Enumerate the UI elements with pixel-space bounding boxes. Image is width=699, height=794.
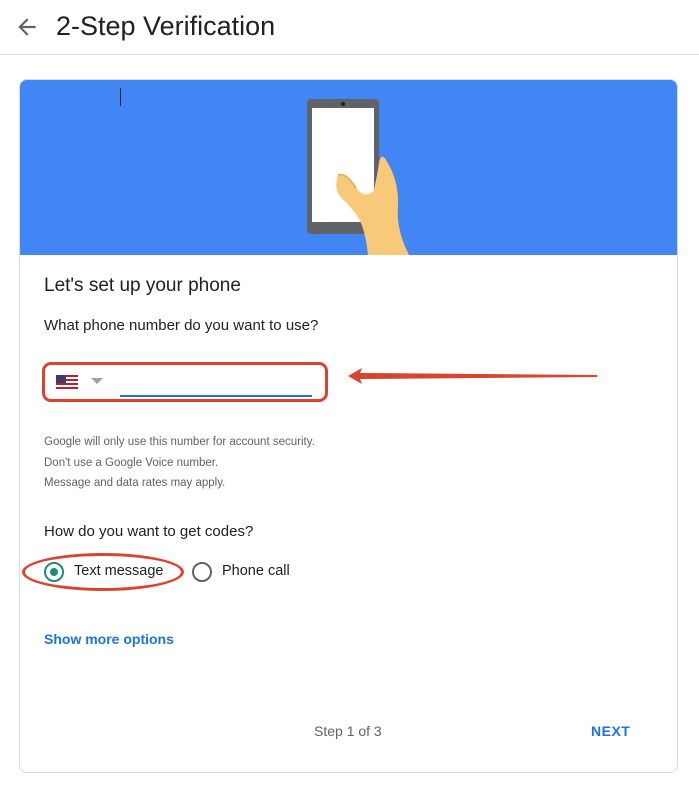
setup-heading: Let's set up your phone — [44, 275, 241, 296]
help-line: Message and data rates may apply. — [44, 477, 226, 489]
text-cursor — [120, 88, 121, 106]
phone-number-input[interactable] — [120, 371, 312, 397]
radio-text-message[interactable]: Text message — [44, 562, 174, 584]
setup-card: Let's set up your phone What phone numbe… — [19, 79, 678, 773]
help-line: Don't use a Google Voice number. — [44, 456, 219, 469]
radio-label: Phone call — [222, 563, 290, 579]
us-flag-icon[interactable] — [56, 375, 78, 389]
phone-help-text: Google will only use this number for acc… — [44, 432, 315, 494]
codes-question: How do you want to get codes? — [44, 523, 254, 540]
help-line: Google will only use this number for acc… — [44, 436, 315, 448]
show-more-options-link[interactable]: Show more options — [44, 631, 174, 647]
hand-holding-phone-icon — [307, 99, 409, 255]
next-button[interactable]: NEXT — [591, 723, 630, 739]
radio-checked-icon[interactable] — [44, 562, 64, 582]
top-bar: 2-Step Verification — [0, 0, 699, 55]
phone-illustration-banner — [20, 80, 677, 255]
radio-label: Text message — [74, 563, 164, 579]
phone-question: What phone number do you want to use? — [44, 317, 319, 334]
phone-input-row — [44, 367, 324, 401]
page-title: 2-Step Verification — [56, 11, 276, 41]
country-dropdown-caret-icon[interactable] — [91, 378, 103, 384]
step-indicator: Step 1 of 3 — [314, 723, 382, 739]
radio-phone-call[interactable]: Phone call — [192, 562, 302, 584]
arrow-left-icon[interactable] — [14, 14, 40, 40]
radio-unchecked-icon[interactable] — [192, 562, 212, 582]
arrow-annotation-icon — [348, 368, 597, 384]
